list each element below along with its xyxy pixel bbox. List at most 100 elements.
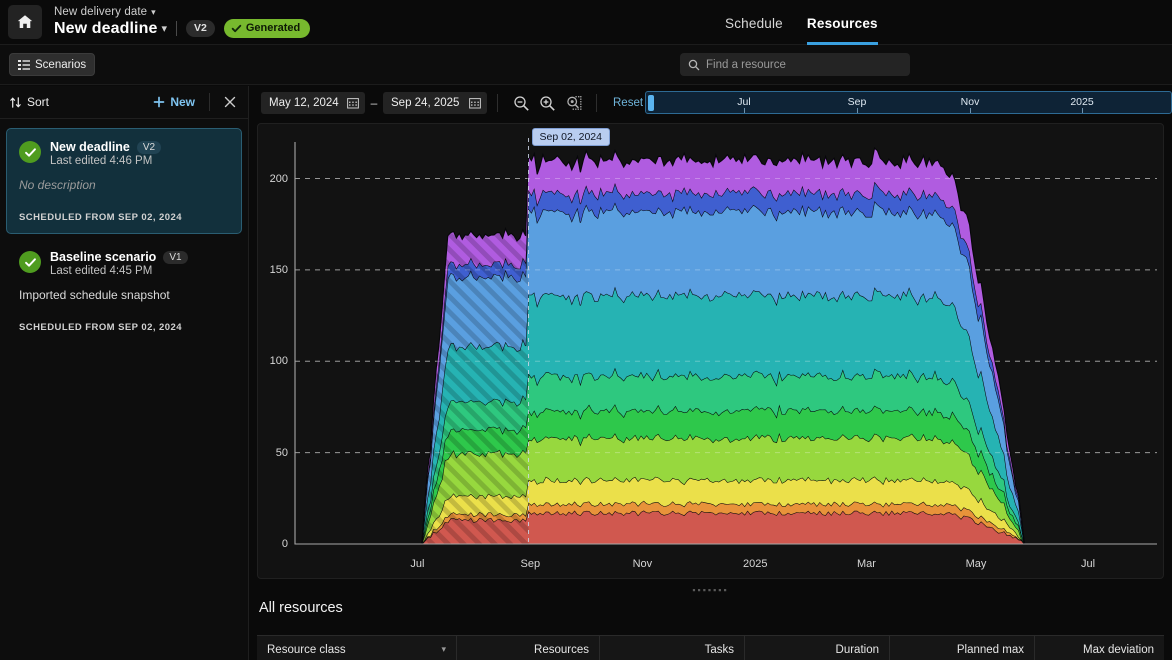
search-input[interactable]: Find a resource xyxy=(680,53,910,76)
y-axis-tick-label: 150 xyxy=(270,264,288,276)
scenario-card-top: New deadline V2 Last edited 4:46 PM xyxy=(19,140,229,167)
scenario-description: Imported schedule snapshot xyxy=(19,288,229,302)
chevron-down-icon[interactable]: ▾ xyxy=(441,644,446,655)
table-header-resources[interactable]: Resources xyxy=(457,636,600,660)
zoom-in-icon xyxy=(539,95,556,112)
divider xyxy=(596,94,597,112)
tab-resources[interactable]: Resources xyxy=(807,16,878,45)
reset-button[interactable]: Reset xyxy=(607,97,649,109)
check-icon xyxy=(231,23,242,34)
scenario-name: New deadline xyxy=(50,140,130,154)
calendar-icon xyxy=(347,97,359,109)
scrubber-tick xyxy=(970,108,971,113)
title-block: New delivery date ▾ New deadline ▾ V2 Ge… xyxy=(54,6,310,38)
close-sidebar-button[interactable] xyxy=(216,96,244,108)
app-root: New delivery date ▾ New deadline ▾ V2 Ge… xyxy=(0,0,1172,660)
chart-y-axis: 0 50 100 150 200 xyxy=(258,124,288,579)
top-bar: New delivery date ▾ New deadline ▾ V2 Ge… xyxy=(0,0,1172,45)
table-header-row: Resource class ▾ Resources Tasks Duration Pla… xyxy=(257,635,1164,660)
zoom-out-button[interactable] xyxy=(508,91,534,115)
scenarios-button-label: Scenarios xyxy=(35,59,86,71)
breadcrumb-parent[interactable]: New delivery date ▾ xyxy=(54,6,310,18)
scrubber-handle[interactable] xyxy=(648,95,654,111)
table-header-duration[interactable]: Duration xyxy=(745,636,890,660)
table-header-resource-class[interactable]: Resource class ▾ xyxy=(257,636,457,660)
scrubber-tick-label: Sep xyxy=(848,96,867,108)
chevron-down-icon: ▾ xyxy=(161,24,167,35)
version-badge[interactable]: V2 xyxy=(186,20,215,37)
scrubber-tick xyxy=(744,108,745,113)
x-axis-tick-label: Jul xyxy=(410,558,424,570)
date-start-field[interactable]: May 12, 2024 xyxy=(261,92,365,114)
search-placeholder: Find a resource xyxy=(706,59,786,71)
divider xyxy=(209,93,210,111)
x-axis-tick-label: Jul xyxy=(1081,558,1095,570)
table-header-planned-max[interactable]: Planned max xyxy=(890,636,1035,660)
list-icon xyxy=(18,59,30,71)
scenario-card-text: Baseline scenario V1 Last edited 4:45 PM xyxy=(50,250,188,277)
new-scenario-label: New xyxy=(170,95,195,109)
y-axis-tick-label: 100 xyxy=(270,355,288,367)
divider xyxy=(497,94,498,112)
drag-dots-icon: ▪▪▪▪▪▪▪ xyxy=(692,586,728,595)
new-scenario-button[interactable]: New xyxy=(145,95,203,109)
table-header-label: Resources xyxy=(534,644,589,656)
x-axis-tick-label: Nov xyxy=(633,558,653,570)
y-axis-tick-label: 50 xyxy=(276,447,288,459)
sort-button[interactable]: Sort xyxy=(9,95,49,109)
scrubber-tick xyxy=(1082,108,1083,113)
plus-icon xyxy=(153,96,165,108)
date-end-value: Sep 24, 2025 xyxy=(391,97,459,109)
scenario-description: No description xyxy=(19,178,229,192)
date-end-field[interactable]: Sep 24, 2025 xyxy=(383,92,487,114)
y-axis-tick-label: 0 xyxy=(282,538,288,550)
scenario-card-text: New deadline V2 Last edited 4:46 PM xyxy=(50,140,161,167)
chart-date-marker-label: Sep 02, 2024 xyxy=(532,128,610,146)
chart-canvas xyxy=(258,124,1164,579)
zoom-fit-button[interactable] xyxy=(560,91,586,115)
page-title[interactable]: New deadline ▾ xyxy=(54,20,167,38)
home-button[interactable] xyxy=(8,5,42,39)
date-start-value: May 12, 2024 xyxy=(269,97,339,109)
table-header-label: Duration xyxy=(836,644,879,656)
scenario-scheduled-from: SCHEDULED FROM SEP 02, 2024 xyxy=(19,212,229,223)
nav-tabs: Schedule Resources xyxy=(725,0,878,45)
main-panel: May 12, 2024 – Sep 24, 2025 xyxy=(249,86,1172,660)
table-header-label: Max deviation xyxy=(1083,644,1154,656)
table-header-label: Resource class xyxy=(267,644,346,656)
check-icon xyxy=(19,251,41,273)
table-header-label: Tasks xyxy=(705,644,734,656)
scenario-name-row: New deadline V2 xyxy=(50,140,161,154)
scenario-card-baseline[interactable]: Baseline scenario V1 Last edited 4:45 PM… xyxy=(6,243,242,344)
zoom-fit-icon xyxy=(565,95,582,112)
home-icon xyxy=(16,13,34,31)
scenario-edited-time: Last edited 4:45 PM xyxy=(50,265,188,277)
chart-x-axis: JulSepNov2025MarMayJul xyxy=(258,558,1164,574)
calendar-icon xyxy=(469,97,481,109)
sort-button-label: Sort xyxy=(27,95,49,109)
sidebar-header: Sort New xyxy=(0,86,248,119)
tab-schedule[interactable]: Schedule xyxy=(725,16,783,45)
x-axis-tick-label: 2025 xyxy=(743,558,767,570)
resource-area-chart[interactable]: Sep 02, 2024 0 50 100 150 200 Jul Sep Nov 2025 M… xyxy=(257,123,1164,579)
status-badge: Generated xyxy=(224,19,310,38)
search-icon xyxy=(688,59,700,71)
secondary-bar: Scenarios Find a resource xyxy=(0,45,1172,85)
zoom-in-button[interactable] xyxy=(534,91,560,115)
scenario-scheduled-from: SCHEDULED FROM SEP 02, 2024 xyxy=(19,322,229,333)
page-title-label: New deadline xyxy=(54,20,157,38)
scrubber-tick-label: Nov xyxy=(961,96,980,108)
timeline-scrubber[interactable]: Jul Sep Nov 2025 xyxy=(645,91,1172,114)
x-axis-tick-label: May xyxy=(966,558,987,570)
table-header-max-deviation[interactable]: Max deviation xyxy=(1035,636,1164,660)
scenario-edited-time: Last edited 4:46 PM xyxy=(50,155,161,167)
scenario-card-new-deadline[interactable]: New deadline V2 Last edited 4:46 PM No d… xyxy=(6,128,242,234)
close-icon xyxy=(224,96,236,108)
panel-resize-handle[interactable]: ▪▪▪▪▪▪▪ xyxy=(249,583,1172,597)
x-axis-tick-label: Sep xyxy=(521,558,541,570)
y-axis-tick-label: 200 xyxy=(270,173,288,185)
scenarios-button[interactable]: Scenarios xyxy=(9,53,95,76)
sort-arrows-icon xyxy=(9,96,22,109)
table-header-tasks[interactable]: Tasks xyxy=(600,636,745,660)
status-badge-label: Generated xyxy=(246,22,300,35)
